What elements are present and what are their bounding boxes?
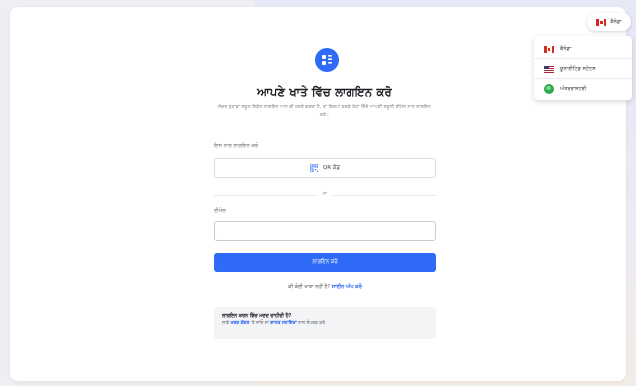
language-option-united-states[interactable]: ਯੂਨਾਈਟਿਡ ਸਟੇਟਸ	[544, 64, 596, 74]
or-divider-label: ਜਾਂ	[316, 192, 334, 198]
logo-icon	[322, 55, 332, 65]
help-box: ਲਾਗਇਨ ਕਰਨ ਵਿੱਚ ਮਦਦ ਚਾਹੀਦੀ ਹੈ? ਸਾਡੇ ਮਦਦ ਕ…	[214, 307, 436, 339]
language-option-canada[interactable]: ਕੈਨੇਡਾ	[544, 44, 571, 54]
canada-flag-icon	[596, 18, 607, 26]
login-with-label: ਇਸ ਨਾਲ ਲਾਗਇਨ ਕਰੋ	[214, 143, 259, 149]
language-option-label: ਅੰਤਰਰਾਸ਼ਟਰੀ	[560, 86, 587, 92]
help-text-before: ਸਾਡੇ	[222, 321, 230, 326]
help-title: ਲਾਗਇਨ ਕਰਨ ਵਿੱਚ ਮਦਦ ਚਾਹੀਦੀ ਹੈ?	[222, 314, 292, 319]
selected-language-label: ਕੈਨੇਡਾ	[610, 19, 622, 25]
or-divider: ਜਾਂ	[214, 192, 436, 198]
language-dropdown: ਕੈਨੇਡਾ ਯੂਨਾਈਟਿਡ ਸਟੇਟਸ ਅੰਤਰਰਾਸ਼ਟਰੀ	[534, 36, 632, 100]
language-option-label: ਯੂਨਾਈਟਿਡ ਸਟੇਟਸ	[560, 66, 596, 72]
us-flag-icon	[544, 65, 554, 73]
help-text-after: ਨਾਲ ਸੰਪਰਕ ਕਰੋ	[298, 321, 325, 326]
signup-link[interactable]: ਸਾਈਨ ਅੱਪ ਕਰੋ	[332, 284, 362, 290]
qr-code-login-button[interactable]: QR ਕੋਡ	[214, 158, 436, 178]
page-subtitle: ਜੇਕਰ ਤੁਹਾਡਾ ਸਕੂਲ ਇਕੱਲ ਲਾਗਇਨ ਆਨ ਕੀ ਹਰਤੋ ਕ…	[218, 105, 431, 118]
language-selector-button[interactable]: ਕੈਨੇਡਾ	[587, 13, 631, 31]
login-button[interactable]: ਲਾਗਇਨ ਕਰੋ	[214, 253, 436, 272]
dropdown-divider	[534, 58, 632, 59]
dropdown-divider	[534, 78, 632, 79]
qr-code-label: QR ਕੋਡ	[322, 164, 341, 171]
language-option-international[interactable]: ਅੰਤਰਰਾਸ਼ਟਰੀ	[544, 84, 586, 94]
qr-code-icon	[309, 164, 318, 172]
app-logo	[315, 48, 339, 72]
help-text-middle: 'ਤੇ ਜਾਓ ਜਾਂ	[250, 321, 269, 326]
login-button-label: ਲਾਗਇਨ ਕਰੋ	[312, 259, 338, 265]
signup-prompt-text: ਕੀ ਕੋਈ ਖਾਤਾ ਨਹੀਂ ਹੈ?	[288, 284, 331, 290]
language-option-label: ਕੈਨੇਡਾ	[560, 46, 572, 52]
email-label: ਈਮੇਲ	[214, 208, 226, 214]
email-field[interactable]	[214, 221, 436, 241]
globe-icon	[544, 84, 554, 94]
customer-support-link[interactable]: ਗਾਹਕ ਸਹਾਇਤਾ	[270, 321, 296, 326]
canada-flag-icon	[544, 45, 554, 53]
signup-prompt: ਕੀ ਕੋਈ ਖਾਤਾ ਨਹੀਂ ਹੈ? ਸਾਈਨ ਅੱਪ ਕਰੋ	[214, 284, 436, 290]
help-text: ਸਾਡੇ ਮਦਦ ਕੇਂਦਰ 'ਤੇ ਜਾਓ ਜਾਂ ਗਾਹਕ ਸਹਾਇਤਾ ਨ…	[222, 320, 428, 328]
page-title: ਆਪਣੇ ਖਾਤੇ ਵਿੱਚ ਲਾਗਇਨ ਕਰੋ	[257, 85, 392, 99]
help-center-link[interactable]: ਮਦਦ ਕੇਂਦਰ	[230, 321, 249, 326]
